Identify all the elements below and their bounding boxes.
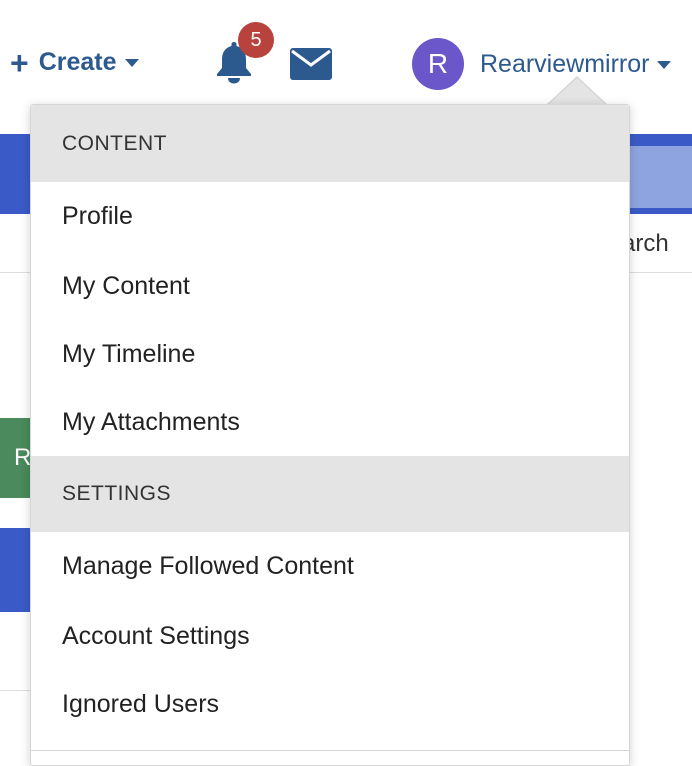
username-label: Rearviewmirror — [480, 50, 650, 78]
background-green-button: R — [0, 418, 30, 498]
menu-item-my-attachments[interactable]: My Attachments — [31, 388, 629, 456]
user-dropdown-menu: CONTENT Profile My Content My Timeline M… — [30, 104, 630, 766]
background-divider — [0, 272, 30, 273]
dropdown-pointer-fill — [547, 78, 607, 106]
menu-item-my-timeline[interactable]: My Timeline — [31, 320, 629, 388]
menu-item-account-settings[interactable]: Account Settings — [31, 602, 629, 670]
create-button[interactable]: + Create — [10, 44, 139, 81]
background-divider — [628, 272, 692, 273]
menu-item-ignored-users[interactable]: Ignored Users — [31, 670, 629, 738]
background-search-box — [628, 146, 692, 208]
create-label: Create — [38, 48, 117, 76]
menu-item-manage-followed-content[interactable]: Manage Followed Content — [31, 532, 629, 602]
plus-icon: + — [10, 44, 29, 81]
background-banner — [0, 134, 30, 214]
menu-section-content: CONTENT — [31, 105, 629, 182]
envelope-icon[interactable] — [290, 48, 332, 85]
user-menu-toggle[interactable]: Rearviewmirror — [480, 50, 672, 79]
menu-item-my-content[interactable]: My Content — [31, 252, 629, 320]
menu-section-settings: SETTINGS — [31, 456, 629, 532]
notification-count-badge: 5 — [238, 22, 274, 58]
caret-down-icon — [657, 60, 672, 69]
menu-item-profile[interactable]: Profile — [31, 182, 629, 252]
menu-divider — [31, 750, 629, 751]
avatar[interactable]: R — [412, 38, 464, 90]
caret-down-icon — [124, 58, 139, 67]
background-divider — [0, 690, 30, 691]
background-blue-block — [0, 528, 30, 612]
